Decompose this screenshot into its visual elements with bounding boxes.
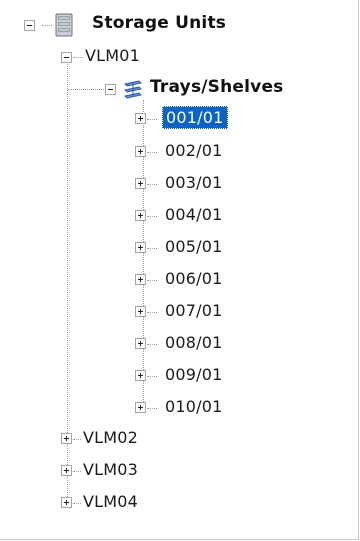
tree-node-label: 006/01 bbox=[165, 269, 223, 288]
tree-node-vlm04[interactable]: VLM04 bbox=[55, 491, 255, 515]
tree-guide-line bbox=[73, 503, 81, 504]
tree-guide-line bbox=[147, 312, 157, 313]
collapse-toggle[interactable] bbox=[61, 52, 72, 63]
tree-node-label: VLM01 bbox=[85, 46, 141, 65]
tree-node-label: VLM02 bbox=[83, 428, 139, 447]
tree-guide-line bbox=[147, 344, 157, 345]
expand-toggle[interactable] bbox=[135, 338, 146, 349]
tree-node-label: Storage Units bbox=[92, 13, 227, 33]
tree-guide-line bbox=[147, 248, 157, 249]
tree-node-label-selected: 001/01 bbox=[162, 106, 228, 129]
expand-toggle[interactable] bbox=[135, 113, 146, 124]
tree-node-label: Trays/Shelves bbox=[150, 77, 284, 97]
tree-node-trays-shelves[interactable]: Trays/Shelves bbox=[100, 77, 350, 101]
tree-guide-line bbox=[147, 408, 157, 409]
tree-node-label: 008/01 bbox=[165, 333, 223, 352]
tree-node-label: 009/01 bbox=[165, 365, 223, 384]
tree-node-label: 007/01 bbox=[165, 301, 223, 320]
tree-node-storage-units[interactable]: Storage Units bbox=[20, 13, 340, 37]
expand-toggle[interactable] bbox=[135, 274, 146, 285]
tree-guide-line bbox=[147, 184, 157, 185]
tree-node-label: VLM03 bbox=[83, 460, 139, 479]
tree-guide-line bbox=[147, 376, 157, 377]
tree-node-label: 005/01 bbox=[165, 237, 223, 256]
expand-toggle[interactable] bbox=[135, 178, 146, 189]
tree-guide-line bbox=[147, 152, 157, 153]
collapse-toggle[interactable] bbox=[24, 20, 35, 31]
storage-tree: Storage Units VLM01 Trays/Shelves 001/01… bbox=[0, 0, 360, 541]
expand-toggle[interactable] bbox=[135, 242, 146, 253]
expand-toggle[interactable] bbox=[61, 433, 72, 444]
expand-toggle[interactable] bbox=[135, 306, 146, 317]
expand-toggle[interactable] bbox=[61, 497, 72, 508]
server-cabinet-icon bbox=[54, 13, 74, 41]
expand-toggle[interactable] bbox=[135, 370, 146, 381]
expand-toggle[interactable] bbox=[135, 146, 146, 157]
expand-toggle[interactable] bbox=[61, 465, 72, 476]
tree-node-label: 002/01 bbox=[165, 141, 223, 160]
tree-node-vlm01[interactable]: VLM01 bbox=[55, 45, 335, 69]
tray-stack-icon bbox=[122, 79, 144, 103]
tree-guide-line bbox=[147, 119, 157, 120]
tree-guide-line bbox=[147, 280, 157, 281]
expand-toggle[interactable] bbox=[135, 402, 146, 413]
tree-node-vlm02[interactable]: VLM02 bbox=[55, 427, 255, 451]
tree-guide-line bbox=[73, 439, 81, 440]
tree-node-label: VLM04 bbox=[83, 492, 139, 511]
tree-node-label: 010/01 bbox=[165, 397, 223, 416]
tree-node-label: 004/01 bbox=[165, 205, 223, 224]
expand-toggle[interactable] bbox=[135, 210, 146, 221]
tree-guide-line bbox=[147, 216, 157, 217]
tree-guide-line bbox=[73, 471, 81, 472]
tree-node-vlm03[interactable]: VLM03 bbox=[55, 459, 255, 483]
tree-node-label: 003/01 bbox=[165, 173, 223, 192]
collapse-toggle[interactable] bbox=[105, 84, 116, 95]
